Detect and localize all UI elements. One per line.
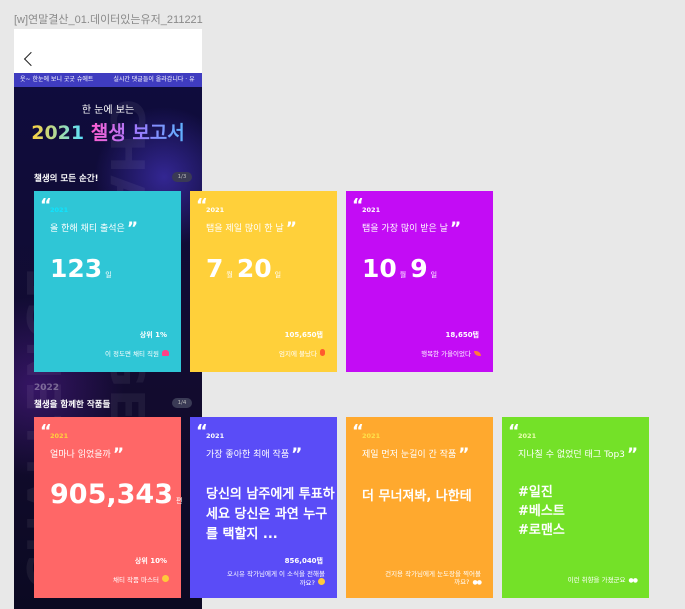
report-title: 2021 챌생 보고서 xyxy=(14,118,202,145)
background-year: 2022 xyxy=(34,383,60,393)
quote-close-icon: ” xyxy=(449,219,462,239)
tag-item: #일진 xyxy=(518,485,553,500)
card-year: 2021 xyxy=(362,206,381,214)
card-question: 올 한해 채티 출석은” xyxy=(50,219,139,239)
quote-close-icon: ” xyxy=(126,219,139,239)
card-stat: 상위 1% xyxy=(139,331,167,339)
card-caption: 엄지에 불났다 xyxy=(279,348,325,358)
quote-close-icon: ” xyxy=(458,445,470,465)
card-question: 지나칠 수 없었던 태그 Top3” xyxy=(518,445,639,465)
card-year: 2021 xyxy=(206,206,225,214)
back-arrow-icon[interactable] xyxy=(23,51,39,67)
card-value: 7 월 20 일 xyxy=(206,254,282,283)
favorite-work-title: 당신의 남주에게 투표하세요 당신은 과연 누구를 택할지 ... xyxy=(206,487,335,542)
heart-icon xyxy=(162,350,169,356)
quote-close-icon: ” xyxy=(291,445,303,465)
phone-header xyxy=(14,29,202,73)
tag-item: #로맨스 xyxy=(518,523,565,538)
maple-leaf-icon xyxy=(474,351,481,356)
cool-face-icon xyxy=(162,575,169,582)
card-favorite-work[interactable]: “ 2021 가장 좋아한 최애 작품” 당신의 남주에게 투표하세요 당신은 … xyxy=(190,417,337,598)
card-question: 얼마나 읽었을까” xyxy=(50,445,125,465)
report-title-name: 챌생 보고서 xyxy=(90,122,185,144)
card-question: 탭을 제일 많이 한 날” xyxy=(206,219,297,239)
card-caption: 채티 작품 마스터 xyxy=(113,574,169,584)
card-stat: 18,650탭 xyxy=(445,331,479,339)
card-question: 제일 먼저 눈길이 간 작품” xyxy=(362,445,470,465)
card-most-taps-day[interactable]: “ 2021 탭을 제일 많이 한 날” 7 월 20 일 105,650탭 엄지에 … xyxy=(190,191,337,372)
card-stat: 856,040탭 xyxy=(284,557,323,565)
quote-close-icon: ” xyxy=(112,445,125,465)
eyes-icon: ●● xyxy=(472,579,483,586)
card-question: 가장 좋아한 최애 작품” xyxy=(206,445,303,465)
frame-label: [w]연말결산_01.데이터있는유저_211221 xyxy=(14,14,203,26)
card-attendance[interactable]: “ 2021 올 한해 채티 출석은” 123 일 상위 1% 이 정도면 채티 … xyxy=(34,191,181,372)
card-caption: 행복한 가을이었다 xyxy=(421,348,481,358)
card-value: 905,343 편 xyxy=(50,479,183,510)
card-stat: 105,650탭 xyxy=(284,331,323,339)
card-stat: 상위 10% xyxy=(134,557,167,565)
card-year: 2021 xyxy=(50,206,69,214)
fire-icon xyxy=(320,349,325,356)
section-title-moments: 챌생의 모든 순간! xyxy=(34,174,99,184)
section-title-works: 챌생을 함께한 작품들 xyxy=(34,400,111,410)
card-question: 탭을 가장 많이 받은 날” xyxy=(362,219,462,239)
card-caption: 이런 취향을 가졌군요 ●● xyxy=(567,576,639,584)
emoji-icon xyxy=(318,578,325,585)
card-value: 10 월 9 일 xyxy=(362,254,438,283)
tag-list: #일진 #베스트 #로맨스 xyxy=(518,483,565,540)
quote-close-icon: ” xyxy=(285,219,297,239)
tag-item: #베스트 xyxy=(518,504,565,519)
first-noticed-work-title: 더 무너져봐, 나한테 xyxy=(362,489,472,504)
card-year: 2021 xyxy=(50,432,69,440)
page-indicator: 1/3 xyxy=(172,172,192,182)
card-episodes-read[interactable]: “ 2021 얼마나 읽었을까” 905,343 편 상위 10% 채티 작품 마… xyxy=(34,417,182,598)
card-year: 2021 xyxy=(206,432,225,440)
report-title-year: 2021 xyxy=(31,122,85,144)
quote-close-icon: ” xyxy=(626,445,639,465)
eyes-icon: ●● xyxy=(628,577,639,584)
ticker-item: 실시간 댓글들이 올라갑니다 · 유 xyxy=(113,76,195,83)
card-year: 2021 xyxy=(518,432,537,440)
page-indicator: 1/4 xyxy=(172,398,192,408)
card-caption: 이 정도면 채티 직원 xyxy=(105,348,169,358)
card-caption: 오시유 작가님에게 이 소식을 전해볼 까요? xyxy=(227,570,325,587)
card-top-tags[interactable]: “ 2021 지나칠 수 없었던 태그 Top3” #일진 #베스트 #로맨스 … xyxy=(502,417,649,598)
card-most-received-taps-day[interactable]: “ 2021 탭을 가장 많이 받은 날” 10 월 9 일 18,650탭 행복한 … xyxy=(346,191,493,372)
report-subtitle: 한 눈에 보는 xyxy=(81,105,135,116)
comment-ticker: 웃~ 한눈에 보니 굿굿 슈에트 실시간 댓글들이 올라갑니다 · 유 xyxy=(14,73,202,87)
ticker-item: 웃~ 한눈에 보니 굿굿 슈에트 xyxy=(20,76,94,83)
card-caption: 건지용 작가님에게 눈도장을 찍어볼 까요? ●● xyxy=(385,570,483,586)
card-year: 2021 xyxy=(362,432,381,440)
card-value: 123 일 xyxy=(50,254,112,283)
card-first-noticed-work[interactable]: “ 2021 제일 먼저 눈길이 간 작품” 더 무너져봐, 나한테 건지용 작… xyxy=(346,417,493,598)
